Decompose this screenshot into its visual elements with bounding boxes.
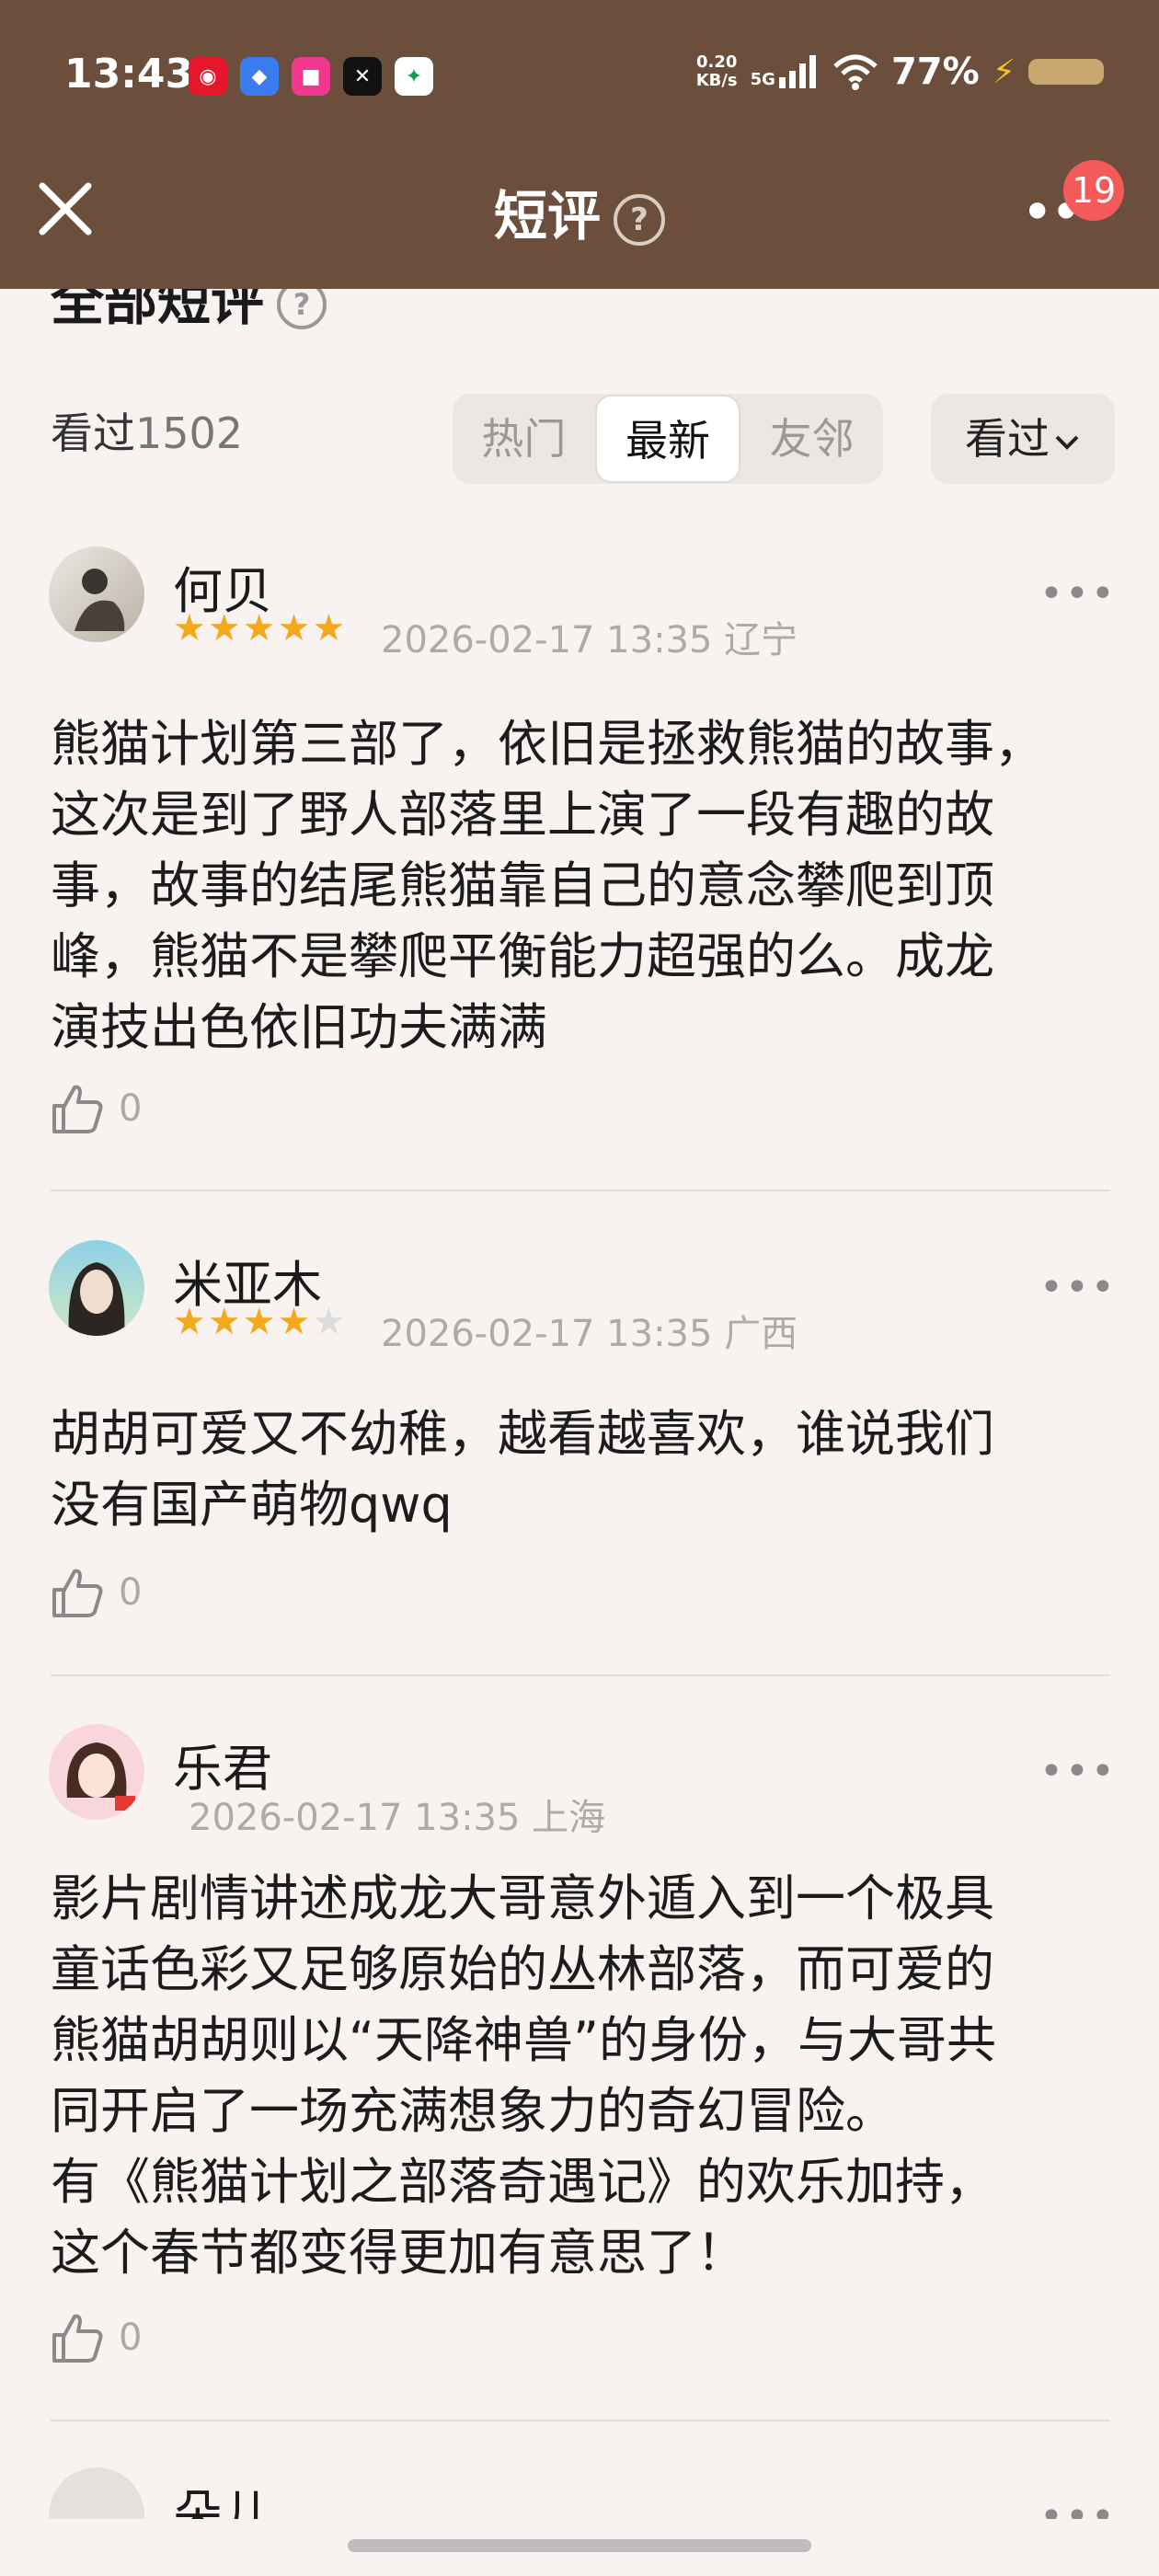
signal-icon: 5G	[751, 55, 820, 88]
chevron-down-icon	[1055, 435, 1079, 450]
capcut-app-icon: ✕	[343, 57, 382, 96]
page-title: 短评	[493, 185, 601, 247]
rating-stars: ★★★★★	[173, 607, 348, 650]
system-status-icons: 0.20 KB/s 5G 77% ⚡	[696, 51, 1104, 93]
page-title-row: 短评?	[0, 173, 1159, 250]
message-app-icon: ◆	[240, 57, 279, 96]
like-button[interactable]: 0	[51, 2311, 142, 2364]
weibo-app-icon: ◉	[189, 57, 227, 96]
tab-hot[interactable]: 热门	[453, 395, 595, 483]
like-count: 0	[119, 1087, 143, 1130]
review-more-icon[interactable]: •••	[1039, 1748, 1117, 1795]
help-icon[interactable]: ?	[614, 193, 665, 246]
charging-icon: ⚡	[992, 52, 1016, 91]
like-count: 0	[119, 1571, 143, 1614]
review-more-icon[interactable]: •••	[1039, 1264, 1117, 1311]
thumbs-up-icon	[52, 1569, 103, 1617]
watched-filter-dropdown[interactable]: 看过	[931, 394, 1115, 484]
battery-percent: 77%	[890, 51, 980, 93]
review-text: 熊猫计划第三部了，依旧是拯救熊猫的故事， 这次是到了野人部落里上演了一段有趣的故…	[51, 715, 1044, 1056]
review-item: 朵儿 •••	[0, 2447, 1159, 2519]
shop-app-icon: ■	[292, 57, 330, 96]
thumbs-up-icon	[52, 1085, 103, 1133]
review-meta: 2026-02-17 13:35 辽宁	[381, 619, 798, 661]
review-text: 影片剧情讲述成龙大哥意外遁入到一个极具 童话色彩又足够原始的丛林部落，而可爱的 …	[51, 1869, 996, 2282]
review-more-icon[interactable]: •••	[1039, 2493, 1117, 2519]
notification-badge: 19	[1063, 160, 1124, 221]
status-time: 13:43	[64, 51, 194, 98]
wifi-icon	[833, 54, 878, 90]
divider	[51, 1674, 1110, 1676]
like-count: 0	[119, 2317, 143, 2359]
avatar[interactable]	[49, 1240, 144, 1336]
review-meta: 2026-02-17 13:35 广西	[381, 1313, 798, 1355]
notification-app-icons: ◉ ◆ ■ ✕ ✦	[189, 57, 433, 96]
status-bar: 13:43 ◉ ◆ ■ ✕ ✦ 0.20 KB/s 5G 77% ⚡	[0, 0, 1159, 147]
thumbs-up-icon	[52, 2314, 103, 2363]
tab-latest[interactable]: 最新	[594, 395, 741, 483]
review-more-icon[interactable]: •••	[1039, 570, 1117, 617]
battery-icon	[1028, 59, 1104, 85]
bank-app-icon: ✦	[395, 57, 433, 96]
avatar[interactable]	[49, 546, 144, 642]
like-button[interactable]: 0	[51, 1566, 142, 1619]
top-header: 13:43 ◉ ◆ ■ ✕ ✦ 0.20 KB/s 5G 77% ⚡ 短评 ? …	[0, 0, 1159, 289]
home-indicator[interactable]	[348, 2539, 811, 2552]
tab-friends[interactable]: 友邻	[740, 395, 883, 483]
net-speed: 0.20 KB/s	[695, 52, 738, 90]
rating-stars: ★★★★★	[173, 1301, 348, 1343]
sort-tabs: 热门 最新 友邻	[453, 394, 883, 484]
divider	[51, 2420, 1110, 2421]
avatar[interactable]	[49, 1724, 144, 1820]
avatar[interactable]	[49, 2467, 144, 2519]
watched-count: 看过1502	[51, 408, 244, 458]
review-text: 胡胡可爱又不幼稚，越看越喜欢，谁说我们 没有国产萌物qwq	[51, 1405, 994, 1534]
like-button[interactable]: 0	[51, 1082, 142, 1135]
review-meta: 2026-02-17 13:35 上海	[189, 1797, 606, 1839]
user-name[interactable]: 朵儿	[173, 2473, 272, 2519]
divider	[51, 1190, 1110, 1191]
